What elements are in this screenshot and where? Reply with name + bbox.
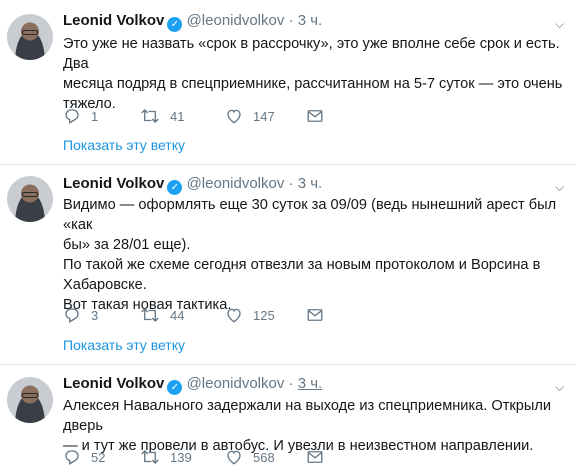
- separator-dot: ·: [288, 12, 294, 29]
- tweet-header: Leonid Volkov ✓ @leonidvolkov · 3 ч.: [63, 375, 322, 395]
- action-bar: 3 44 125: [63, 305, 363, 325]
- retweet-button[interactable]: 139: [140, 447, 192, 467]
- heart-icon: [227, 308, 241, 323]
- like-count: 147: [253, 108, 275, 124]
- dm-button[interactable]: [306, 447, 324, 467]
- tweet-header: Leonid Volkov ✓ @leonidvolkov · 3 ч.: [63, 175, 322, 195]
- reply-button[interactable]: 1: [63, 106, 98, 126]
- author-handle[interactable]: @leonidvolkov: [187, 12, 285, 29]
- dm-button[interactable]: [306, 106, 324, 126]
- action-bar: 52 139 568: [63, 447, 363, 467]
- envelope-icon: [307, 309, 323, 321]
- retweet-count: 139: [170, 449, 192, 465]
- retweet-count: 44: [170, 307, 185, 323]
- like-count: 125: [253, 307, 275, 323]
- chevron-down-icon[interactable]: ⌵: [555, 18, 567, 30]
- reply-count: 52: [91, 449, 106, 465]
- tweet-text-line: месяца подряд в спецприемнике, рассчитан…: [63, 76, 563, 92]
- tweet-text: Это уже не назвать «срок в рассрочку», э…: [63, 34, 568, 114]
- show-thread-link[interactable]: Показать эту ветку: [63, 137, 185, 153]
- like-count: 568: [253, 449, 275, 465]
- author-name[interactable]: Leonid Volkov: [63, 175, 164, 192]
- reply-icon: [65, 308, 79, 323]
- tweet-text: Видимо — оформлять еще 30 суток за 09/09…: [63, 195, 568, 315]
- reply-count: 3: [91, 307, 99, 323]
- like-button[interactable]: 568: [225, 447, 275, 467]
- like-button[interactable]: 147: [225, 106, 275, 126]
- timestamp[interactable]: 3 ч.: [298, 175, 323, 192]
- reply-icon: [65, 109, 79, 124]
- reply-button[interactable]: 3: [63, 305, 98, 325]
- avatar[interactable]: [7, 377, 53, 423]
- show-thread-link[interactable]: Показать эту ветку: [63, 337, 185, 353]
- reply-icon: [65, 450, 79, 465]
- author-handle[interactable]: @leonidvolkov: [187, 375, 285, 392]
- verified-icon: ✓: [167, 180, 183, 195]
- avatar[interactable]: [7, 176, 53, 222]
- verified-icon: ✓: [167, 17, 183, 32]
- tweet[interactable]: Leonid Volkov ✓ @leonidvolkov · 3 ч. ⌵ Эт…: [0, 0, 575, 164]
- tweet-text-line: Видимо — оформлять еще 30 суток за 09/09…: [63, 197, 557, 233]
- tweet-text-line: бы» за 28/01 еще).: [63, 237, 191, 253]
- reply-count: 1: [91, 108, 99, 124]
- retweet-icon: [141, 109, 159, 123]
- verified-icon: ✓: [167, 380, 183, 395]
- dm-button[interactable]: [306, 305, 324, 325]
- tweet-text-line: Это уже не назвать «срок в рассрочку», э…: [63, 36, 560, 72]
- tweet-text-line: По такой же схеме сегодня отвезли за нов…: [63, 257, 541, 273]
- tweet[interactable]: Leonid Volkov ✓ @leonidvolkov · 3 ч. ⌵ Ал…: [0, 364, 575, 468]
- chevron-down-icon[interactable]: ⌵: [555, 381, 567, 393]
- avatar[interactable]: [7, 14, 53, 60]
- author-name[interactable]: Leonid Volkov: [63, 375, 164, 392]
- retweet-button[interactable]: 41: [140, 106, 184, 126]
- tweet[interactable]: Leonid Volkov ✓ @leonidvolkov · 3 ч. ⌵ Ви…: [0, 164, 575, 364]
- separator-dot: ·: [288, 375, 294, 392]
- retweet-button[interactable]: 44: [140, 305, 184, 325]
- retweet-icon: [141, 450, 159, 464]
- timestamp[interactable]: 3 ч.: [298, 375, 323, 392]
- tweet-text-line: Алексея Навального задержали на выходе и…: [63, 398, 552, 434]
- heart-icon: [227, 450, 241, 465]
- author-name[interactable]: Leonid Volkov: [63, 12, 164, 29]
- envelope-icon: [307, 110, 323, 122]
- retweet-icon: [141, 308, 159, 322]
- separator-dot: ·: [288, 175, 294, 192]
- chevron-down-icon[interactable]: ⌵: [555, 181, 567, 193]
- tweet-header: Leonid Volkov ✓ @leonidvolkov · 3 ч.: [63, 12, 322, 32]
- action-bar: 1 41 147: [63, 106, 363, 126]
- envelope-icon: [307, 451, 323, 463]
- retweet-count: 41: [170, 108, 185, 124]
- like-button[interactable]: 125: [225, 305, 275, 325]
- author-handle[interactable]: @leonidvolkov: [187, 175, 285, 192]
- reply-button[interactable]: 52: [63, 447, 105, 467]
- timestamp[interactable]: 3 ч.: [298, 12, 323, 29]
- heart-icon: [227, 109, 241, 124]
- tweet-text-line: Хабаровске.: [63, 277, 147, 293]
